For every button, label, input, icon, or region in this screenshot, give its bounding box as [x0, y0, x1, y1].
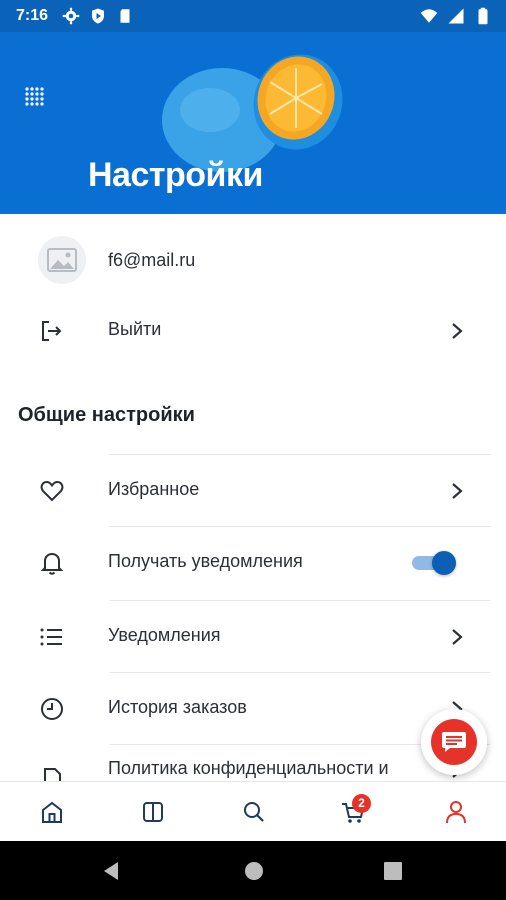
back-icon[interactable] [100, 860, 122, 882]
settings-item-label: Избранное [108, 479, 200, 499]
user-icon[interactable] [442, 798, 470, 826]
page-title: Настройки [88, 156, 263, 194]
search-icon[interactable] [240, 798, 268, 826]
section-title: Общие настройки [18, 404, 195, 426]
avatar [38, 236, 86, 284]
grid-dots-icon[interactable] [22, 84, 48, 110]
settings-item-label: Политика конфиденциальности и [108, 758, 389, 778]
heart-icon [40, 480, 64, 502]
recents-icon[interactable] [384, 862, 402, 880]
list-icon [40, 628, 62, 646]
image-placeholder-icon [47, 248, 77, 272]
signal-icon [448, 8, 464, 24]
settings-item-label: Получать уведомления [108, 551, 303, 571]
account-email: f6@mail.ru [108, 250, 196, 270]
bottom-navigation: 2 [0, 781, 506, 841]
clock-icon [41, 698, 63, 720]
status-bar: 7:16 [0, 0, 506, 32]
chevron-right-icon [452, 483, 463, 499]
catalog-icon[interactable] [139, 798, 167, 826]
battery-icon [478, 7, 488, 25]
settings-icon [62, 7, 80, 25]
system-navigation-bar [0, 841, 506, 900]
account-row: f6@mail.ru [0, 214, 506, 306]
settings-item-label: История заказов [108, 697, 247, 717]
chevron-right-icon [452, 323, 463, 339]
toggle-knob [432, 551, 456, 575]
document-icon [44, 768, 61, 781]
logout-row[interactable]: Выйти [0, 294, 506, 366]
wifi-icon [420, 9, 438, 23]
chat-button[interactable] [421, 709, 487, 775]
status-time: 7:16 [16, 7, 49, 24]
settings-item-favorites[interactable]: Избранное [0, 454, 506, 526]
settings-item-notifications[interactable]: Уведомления [0, 600, 506, 672]
home-icon[interactable] [38, 798, 66, 826]
home-circle-icon[interactable] [243, 860, 265, 882]
settings-item-receive-notifications: Получать уведомления [0, 526, 506, 598]
chat-icon [442, 732, 466, 752]
bell-icon [40, 552, 64, 575]
shield-icon [92, 8, 104, 24]
settings-item-label: Уведомления [108, 625, 221, 645]
settings-content[interactable]: f6@mail.ru Выйти Общие настройки Избранн… [0, 214, 506, 781]
sd-card-icon [120, 9, 130, 23]
chevron-right-icon [452, 629, 463, 645]
cart-badge: 2 [352, 794, 371, 813]
logout-label: Выйти [108, 319, 162, 339]
header-banner: Настройки [0, 32, 506, 214]
chat-button-inner [431, 719, 477, 765]
logout-icon [42, 321, 62, 341]
notifications-toggle[interactable] [410, 551, 458, 575]
